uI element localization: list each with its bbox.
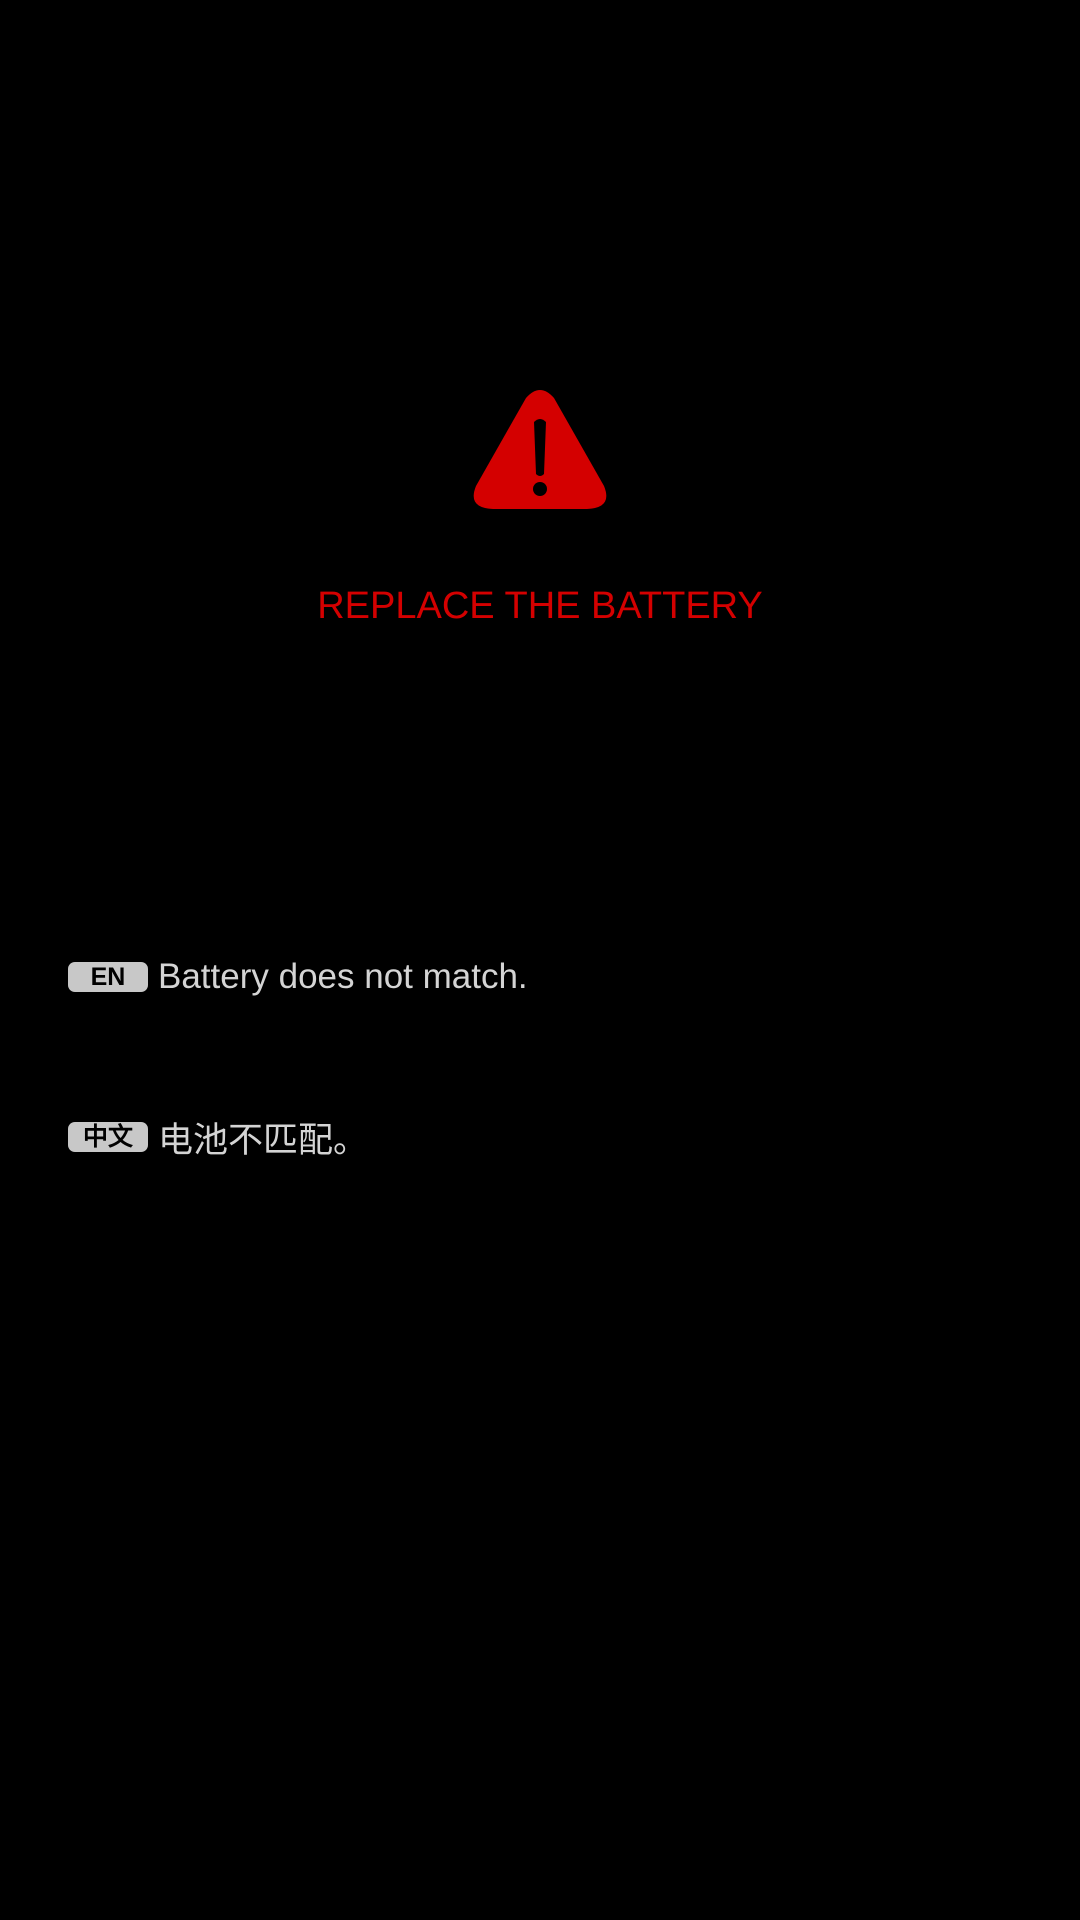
language-badge-zh: 中文 xyxy=(68,1122,148,1152)
message-text-en: Battery does not match. xyxy=(158,957,528,996)
warning-triangle-icon xyxy=(473,390,607,509)
message-row-en: EN Battery does not match. xyxy=(68,953,528,1001)
battery-warning-screen: REPLACE THE BATTERY EN Battery does not … xyxy=(0,0,1080,1920)
message-row-zh: 中文 电池不匹配。 xyxy=(68,1113,368,1161)
language-badge-en: EN xyxy=(68,962,148,992)
page-title: REPLACE THE BATTERY xyxy=(317,585,763,627)
message-text-zh: 电池不匹配。 xyxy=(158,1120,369,1160)
